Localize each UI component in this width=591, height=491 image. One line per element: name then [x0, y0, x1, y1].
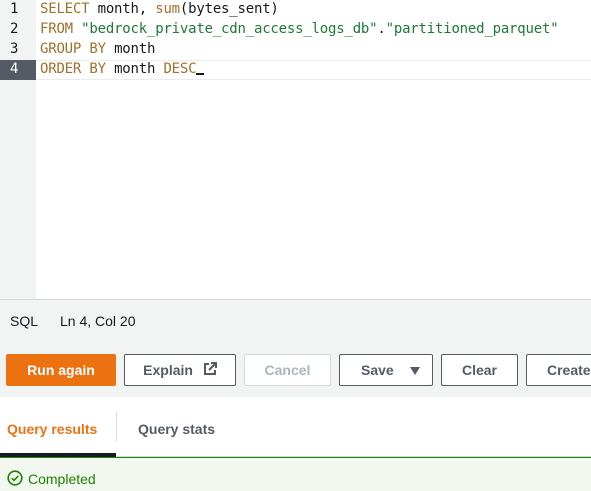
cancel-label: Cancel — [264, 362, 311, 378]
code-token: month, — [89, 1, 156, 17]
code-text[interactable]: GROUP BY month — [40, 40, 155, 60]
keyword-token: FROM — [40, 21, 73, 37]
tab-divider — [116, 413, 117, 441]
code-token: . — [377, 21, 386, 37]
query-toolbar: Run again Explain Cancel Save Clear Crea… — [0, 341, 591, 397]
editor-line[interactable]: 4 ORDER BY month DESC — [0, 60, 591, 80]
status-text: Completed — [28, 471, 96, 487]
cancel-button[interactable]: Cancel — [244, 354, 331, 386]
keyword-token: GROUP BY — [40, 41, 106, 57]
clear-label: Clear — [461, 362, 498, 378]
line-number: 4 — [0, 60, 36, 80]
clear-button[interactable]: Clear — [441, 354, 518, 386]
tab-query-stats[interactable]: Query stats — [138, 421, 215, 437]
save-label: Save — [361, 362, 394, 378]
external-link-icon — [203, 356, 217, 386]
results-tabs: Query results Query stats — [0, 397, 591, 457]
code-text[interactable]: SELECT month, sum(bytes_sent) — [40, 0, 279, 20]
code-text[interactable]: FROM "bedrock_private_cdn_access_logs_db… — [40, 20, 559, 40]
editor-line[interactable]: 2 FROM "bedrock_private_cdn_access_logs_d… — [0, 20, 591, 40]
keyword-token: sum — [155, 1, 180, 17]
keyword-token: DESC — [163, 61, 197, 77]
create-button[interactable]: Create — [526, 354, 591, 386]
keyword-token: SELECT — [40, 1, 90, 17]
explain-button[interactable]: Explain — [124, 354, 236, 386]
sql-editor[interactable]: 1 SELECT month, sum(bytes_sent) 2 FROM "bed… — [0, 0, 591, 299]
string-token: "bedrock_private_cdn_access_logs_db" — [81, 21, 378, 37]
check-circle-icon — [7, 470, 23, 486]
code-token: (bytes_sent) — [179, 1, 279, 17]
string-token: "partitioned_parquet" — [385, 21, 559, 37]
explain-label: Explain — [143, 362, 193, 378]
line-number: 3 — [10, 41, 19, 57]
code-token: month — [105, 41, 156, 57]
tab-query-results[interactable]: Query results — [7, 421, 97, 437]
keyword-token: ORDER BY — [40, 61, 106, 77]
text-cursor — [196, 61, 205, 75]
save-button[interactable]: Save — [339, 354, 433, 386]
caret-down-icon — [409, 367, 420, 376]
editor-line[interactable]: 1 SELECT month, sum(bytes_sent) — [0, 0, 591, 20]
run-again-label: Run again — [27, 362, 95, 378]
editor-status-bar: SQL Ln 4, Col 20 — [0, 299, 591, 341]
line-number: 2 — [10, 21, 19, 37]
cursor-position: Ln 4, Col 20 — [60, 313, 136, 329]
code-text[interactable]: ORDER BY month DESC — [40, 60, 205, 80]
code-token: month — [105, 61, 164, 77]
editor-line[interactable]: 3 GROUP BY month — [0, 40, 591, 60]
run-again-button[interactable]: Run again — [6, 354, 116, 386]
create-label: Create — [547, 362, 591, 378]
language-label: SQL — [10, 313, 39, 329]
line-number: 1 — [10, 1, 19, 17]
query-status-bar: Completed — [0, 457, 591, 491]
